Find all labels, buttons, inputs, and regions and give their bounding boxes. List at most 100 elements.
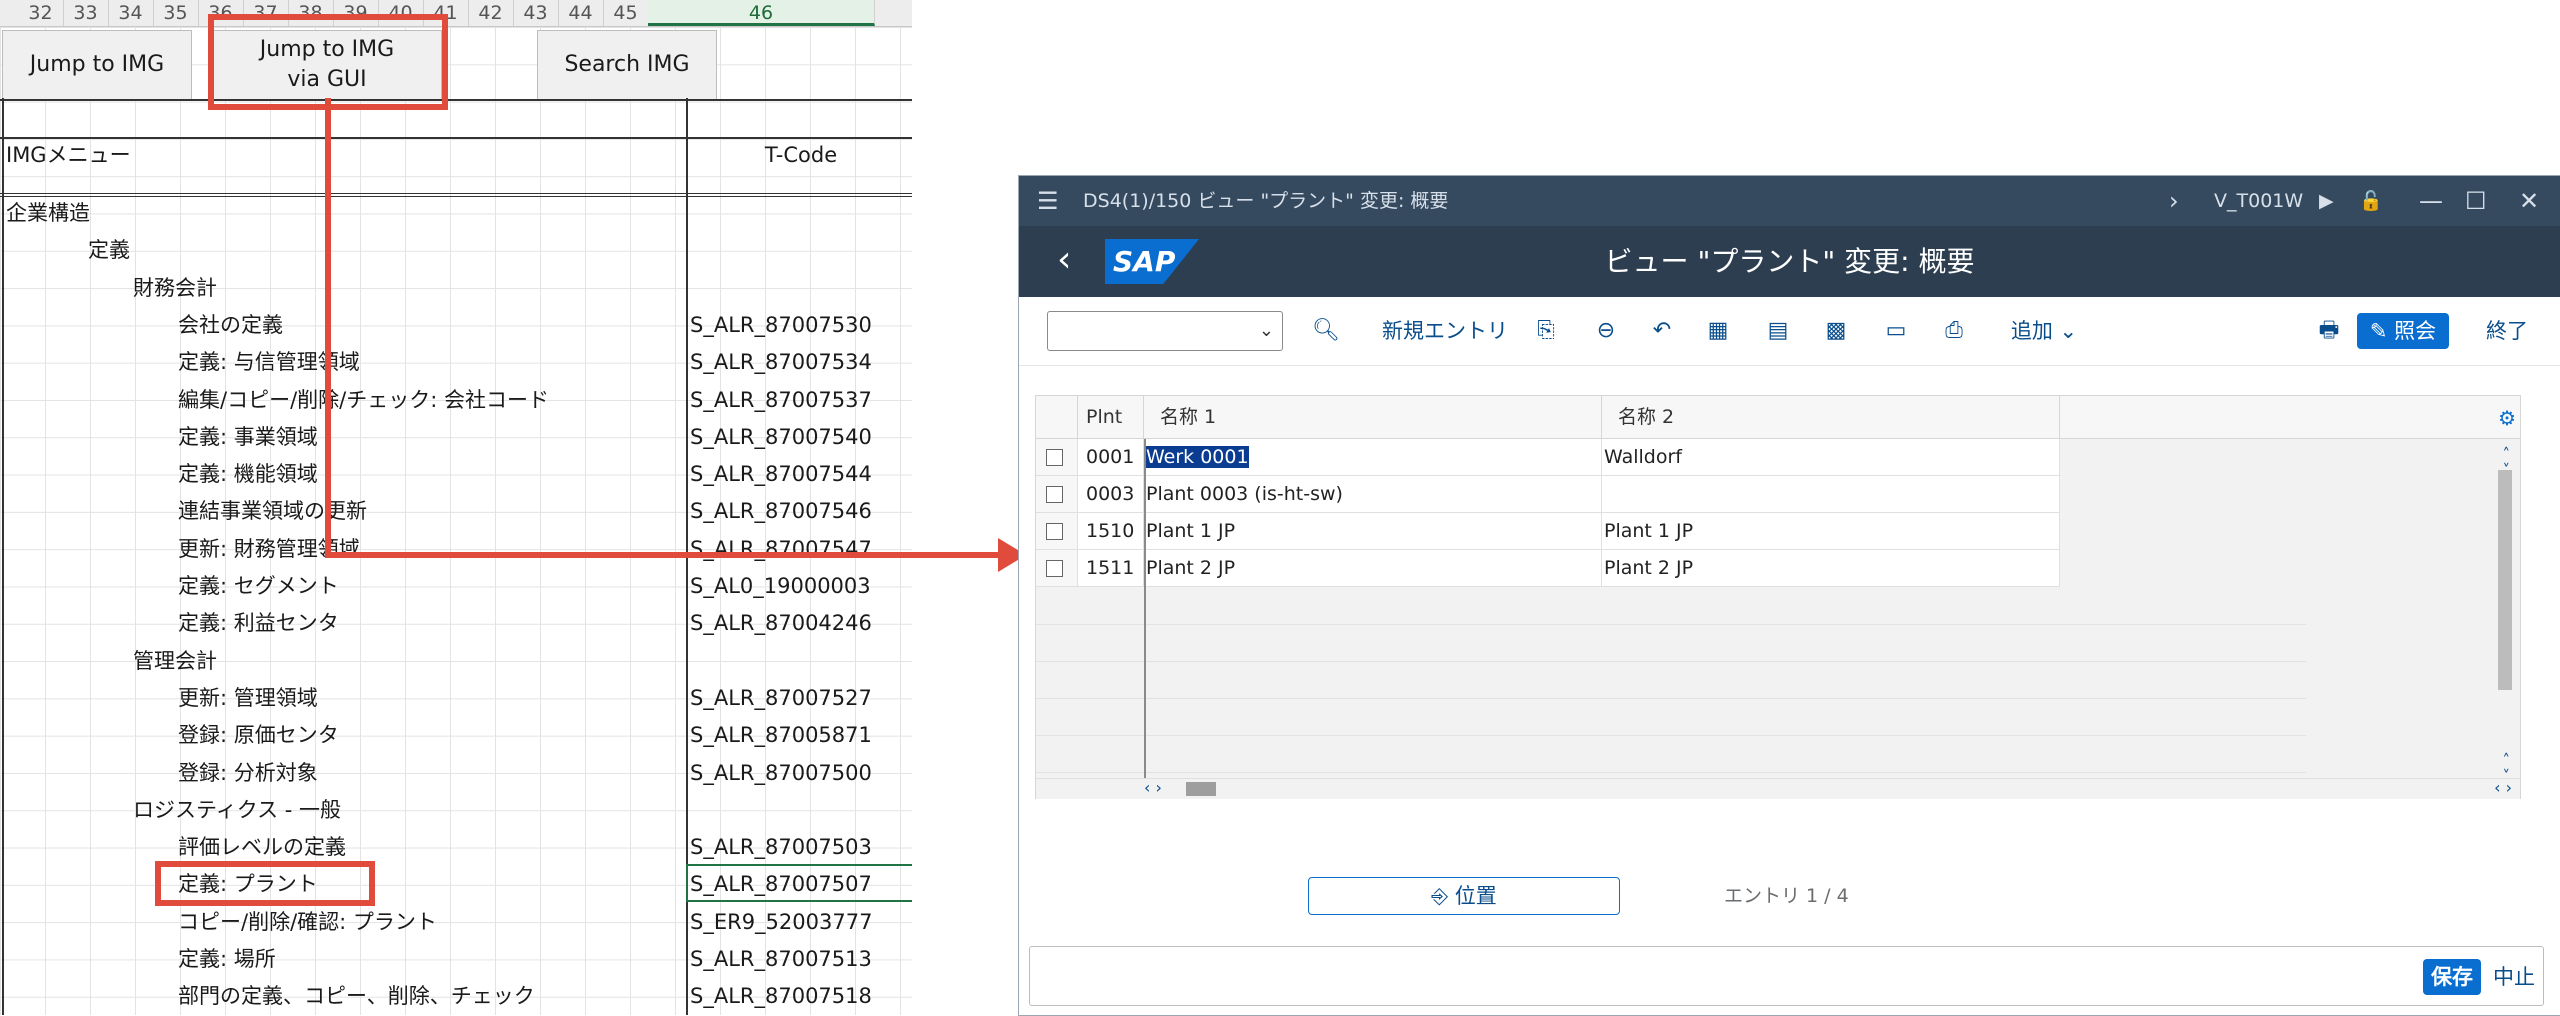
column-header-plnt[interactable]: Plnt: [1078, 396, 1144, 439]
find-icon[interactable]: 🔍︎: [1309, 311, 1343, 351]
img-menu-row[interactable]: 企業構造: [0, 195, 912, 232]
print-icon[interactable]: 🖶: [2312, 311, 2346, 351]
annotation-arrow-horizontal: [325, 552, 1005, 558]
column-header-35[interactable]: 35: [153, 0, 199, 26]
back-icon[interactable]: ‹: [1057, 238, 1071, 282]
table-row[interactable]: 0003 Plant 0003 (is-ht-sw): [1036, 476, 2060, 513]
position-button[interactable]: ⎆ 位置: [1308, 877, 1620, 915]
exit-button[interactable]: 終了: [2471, 311, 2543, 351]
undo-icon[interactable]: ↶: [1645, 311, 1679, 351]
column-header-bar: 32 33 34 35 36 37 38 39 40 41 42 43 44 45 46: [0, 0, 912, 27]
copy-icon[interactable]: ⎘: [1529, 311, 1563, 351]
hamburger-menu-icon[interactable]: ☰: [1037, 176, 1059, 226]
img-menu-row[interactable]: 財務会計: [0, 270, 912, 307]
chevron-right-icon[interactable]: ›: [2169, 176, 2179, 226]
img-menu-label: 会社の定義: [178, 312, 283, 337]
column-header-46[interactable]: 46: [648, 0, 875, 26]
cell-name1[interactable]: Plant 1 JP: [1144, 513, 1602, 550]
cell-name2[interactable]: [1602, 476, 2060, 513]
img-menu-row[interactable]: 定義: 場所 S_ALR_87007513: [0, 941, 912, 978]
table-row[interactable]: 1510 Plant 1 JP Plant 1 JP: [1036, 513, 2060, 550]
img-menu-row[interactable]: 定義: 機能領域 S_ALR_87007544: [0, 456, 912, 493]
img-menu-row[interactable]: 定義: セグメント S_AL0_19000003: [0, 568, 912, 605]
horizontal-scrollbar-thumb[interactable]: [1186, 782, 1216, 796]
cell-name1-text: Werk 0001: [1146, 446, 1249, 468]
cell-name2[interactable]: Plant 2 JP: [1602, 550, 2060, 587]
unlock-icon[interactable]: 🔓: [2359, 176, 2383, 226]
img-menu-row[interactable]: 編集/コピー/削除/チェック: 会社コード S_ALR_87007537: [0, 382, 912, 419]
search-img-button[interactable]: Search IMG: [537, 30, 717, 100]
img-menu-row[interactable]: コピー/削除/確認: プラント S_ER9_52003777: [0, 904, 912, 941]
cell-plnt[interactable]: 0001: [1078, 439, 1144, 476]
row-checkbox[interactable]: [1046, 523, 1063, 540]
delete-icon[interactable]: ⊖: [1589, 311, 1623, 351]
img-menu-row[interactable]: 定義: 利益センタ S_ALR_87004246: [0, 605, 912, 642]
maximize-icon[interactable]: ☐: [2465, 176, 2487, 226]
transaction-code: V_T001W: [2214, 190, 2304, 212]
column-header-42[interactable]: 42: [468, 0, 514, 26]
save-button[interactable]: 保存: [2423, 959, 2481, 995]
scroll-left-icon[interactable]: ‹ ›: [1144, 778, 1162, 798]
minimize-icon[interactable]: —: [2419, 176, 2443, 226]
row-selector[interactable]: [1036, 550, 1078, 587]
img-menu-row[interactable]: 更新: 管理領域 S_ALR_87007527: [0, 680, 912, 717]
img-menu-row[interactable]: 更新: 財務管理領域 S_ALR_87007547: [0, 531, 912, 568]
row-selector[interactable]: [1036, 476, 1078, 513]
cell-name1[interactable]: Plant 0003 (is-ht-sw): [1144, 476, 1602, 513]
img-menu-row[interactable]: 定義: 与信管理領域 S_ALR_87007534: [0, 344, 912, 381]
jump-to-img-button[interactable]: Jump to IMG: [2, 30, 192, 100]
column-header-45[interactable]: 45: [603, 0, 649, 26]
row-checkbox[interactable]: [1046, 560, 1063, 577]
img-menu-row[interactable]: 評価レベルの定義 S_ALR_87007503: [0, 829, 912, 866]
cell-name2[interactable]: Plant 1 JP: [1602, 513, 2060, 550]
column-header-name2[interactable]: 名称 2: [1602, 396, 2060, 439]
cell-name1[interactable]: Werk 0001: [1144, 439, 1602, 476]
table-row[interactable]: 0001 Werk 0001 Walldorf: [1036, 439, 2060, 476]
table-row[interactable]: 1511 Plant 2 JP Plant 2 JP: [1036, 550, 2060, 587]
img-menu-row[interactable]: 会社の定義 S_ALR_87007530: [0, 307, 912, 344]
img-menu-row[interactable]: 連結事業領域の更新 S_ALR_87007546: [0, 493, 912, 530]
column-header-33[interactable]: 33: [63, 0, 109, 26]
img-menu-row[interactable]: 定義: [0, 232, 912, 269]
column-header-44[interactable]: 44: [558, 0, 604, 26]
row-selector[interactable]: [1036, 513, 1078, 550]
cell-name1[interactable]: Plant 2 JP: [1144, 550, 1602, 587]
select-block-icon[interactable]: ▤: [1761, 311, 1795, 351]
filler-header: [2060, 396, 2520, 439]
row-selector[interactable]: [1036, 439, 1078, 476]
img-menu-row[interactable]: 部門の定義、コピー、削除、チェック S_ALR_87007518: [0, 978, 912, 1015]
tcode-value: S_ALR_87004246: [690, 611, 872, 636]
select-all-icon[interactable]: ▦: [1701, 311, 1735, 351]
column-header-43[interactable]: 43: [513, 0, 559, 26]
settings-icon[interactable]: ⚙: [2498, 406, 2516, 430]
img-menu-label: 企業構造: [6, 201, 90, 225]
display-toggle-button[interactable]: ✎ 照会: [2357, 313, 2449, 349]
sap-logo: SAP: [1105, 239, 1199, 284]
column-header-32[interactable]: 32: [18, 0, 64, 26]
new-entry-button[interactable]: 新規エントリ: [1365, 311, 1525, 351]
cancel-button[interactable]: 中止: [2493, 959, 2535, 995]
img-menu-row[interactable]: 登録: 分析対象 S_ALR_87007500: [0, 755, 912, 792]
vertical-scrollbar[interactable]: [2498, 470, 2512, 690]
details-icon[interactable]: ▭: [1879, 311, 1913, 351]
tcode-value: S_AL0_19000003: [690, 574, 871, 598]
row-checkbox[interactable]: [1046, 449, 1063, 466]
column-header-name1[interactable]: 名称 1: [1144, 396, 1602, 439]
row-checkbox[interactable]: [1046, 486, 1063, 503]
close-icon[interactable]: ✕: [2519, 176, 2539, 226]
img-menu-row[interactable]: 登録: 原価センタ S_ALR_87005871: [0, 717, 912, 754]
variant-dropdown[interactable]: ⌄: [1047, 311, 1283, 351]
cell-plnt[interactable]: 1510: [1078, 513, 1144, 550]
more-menu[interactable]: 追加 ⌄: [1999, 311, 2089, 351]
deselect-all-icon[interactable]: ▩: [1819, 311, 1853, 351]
column-header-34[interactable]: 34: [108, 0, 154, 26]
transport-icon[interactable]: ⎙: [1937, 311, 1971, 351]
play-icon[interactable]: ▶: [2319, 176, 2334, 226]
cell-plnt[interactable]: 0003: [1078, 476, 1144, 513]
img-menu-row[interactable]: 管理会計: [0, 643, 912, 680]
img-menu-row[interactable]: ロジスティクス - 一般: [0, 792, 912, 829]
cell-plnt[interactable]: 1511: [1078, 550, 1144, 587]
img-menu-row[interactable]: 定義: 事業領域 S_ALR_87007540: [0, 419, 912, 456]
cell-name2[interactable]: Walldorf: [1602, 439, 2060, 476]
scroll-right-icon[interactable]: ‹ ›: [2494, 778, 2512, 798]
